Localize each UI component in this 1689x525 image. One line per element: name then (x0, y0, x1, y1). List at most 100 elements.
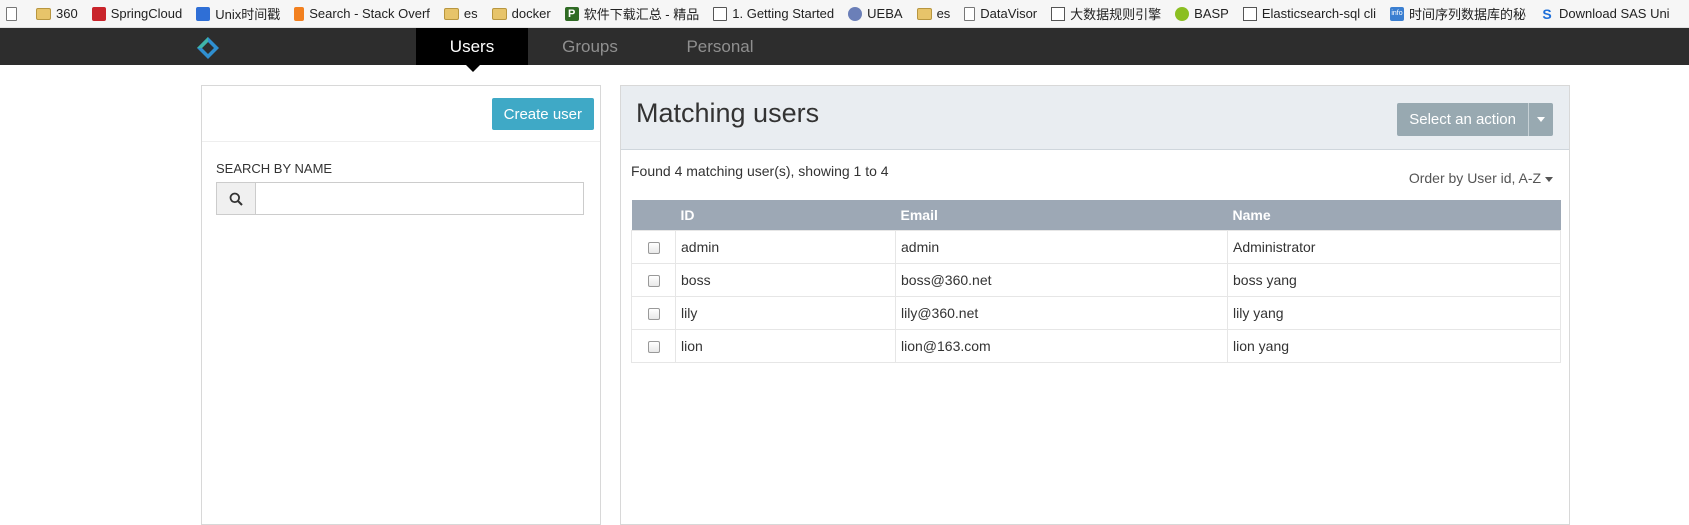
action-dropdown[interactable]: Select an action (1397, 103, 1553, 136)
top-nav: Users Groups Personal Administrator (0, 28, 1689, 82)
bookmark-label: 大数据规则引擎 (1070, 7, 1162, 22)
bookmark-label: Elasticsearch-sql cli (1261, 6, 1376, 21)
header-email[interactable]: Email (895, 200, 1228, 230)
results-count: Found 4 matching user(s), showing 1 to 4 (631, 163, 889, 179)
bookmark-item[interactable]: UEBA (848, 6, 903, 21)
user-name-cell: Administrator (1227, 229, 1561, 264)
blue-square-icon (196, 6, 211, 21)
folder-icon (916, 7, 932, 20)
table-row[interactable]: admin admin Administrator (631, 229, 1561, 264)
header-select (631, 200, 676, 230)
action-caret-button[interactable] (1529, 103, 1553, 136)
bookmarks-bar: 360 SpringCloud Unix时间戳 Search - Stack O… (0, 0, 1689, 28)
bookmark-item[interactable]: es (443, 6, 478, 21)
bookmark-item[interactable]: P 软件下载汇总 - 精品 (564, 4, 700, 23)
red-square-icon (91, 6, 106, 21)
bookmark-item[interactable]: docker (491, 6, 551, 21)
table-row[interactable]: lily lily@360.net lily yang (631, 295, 1561, 330)
bookmark-label: BASP (1194, 6, 1229, 21)
row-checkbox[interactable] (647, 307, 660, 320)
bookmark-label: Download SAS Uni (1559, 6, 1670, 21)
bookmark-label: UEBA (867, 6, 903, 21)
header-id[interactable]: ID (675, 200, 896, 230)
tab-groups[interactable]: Groups (540, 28, 640, 65)
bookmark-item[interactable]: info 时间序列数据库的秘 (1390, 4, 1526, 23)
globe-icon (1175, 6, 1190, 21)
bookmark-label: DataVisor (980, 6, 1038, 21)
bookmark-label: es (463, 6, 478, 21)
user-email-cell: admin (895, 229, 1228, 264)
search-panel: Create user SEARCH BY NAME (201, 85, 601, 525)
bookmark-item[interactable]: 大数据规则引擎 (1051, 4, 1161, 23)
stackoverflow-icon (294, 6, 305, 21)
bookmark-label: es (936, 6, 951, 21)
bookmark-item[interactable]: Unix时间戳 (196, 4, 280, 23)
search-input[interactable] (256, 182, 584, 215)
logo-icon[interactable] (196, 36, 220, 60)
user-name-cell: boss yang (1227, 262, 1561, 297)
user-menu-label: Administrator (1475, 67, 1561, 82)
bookmark-item[interactable]: SpringCloud (91, 6, 183, 21)
bookmark-label: SpringCloud (110, 6, 183, 21)
row-checkbox[interactable] (647, 274, 660, 287)
bookmark-item[interactable]: DataVisor (964, 6, 1037, 21)
info-icon: info (1390, 6, 1404, 21)
p-icon: P (564, 6, 579, 21)
bookmark-label: 360 (56, 6, 78, 21)
active-tab-pointer (466, 65, 480, 72)
results-header: Matching users Select an action (621, 86, 1569, 150)
search-panel-header: Create user (202, 86, 600, 142)
folder-icon (491, 7, 507, 20)
row-select-cell (631, 328, 676, 363)
create-user-button[interactable]: Create user (491, 98, 594, 130)
row-select-cell (631, 229, 676, 264)
results-panel: Matching users Select an action Found 4 … (620, 85, 1570, 525)
bookmark-label: docker (511, 6, 551, 21)
table-header-row: ID Email Name (631, 200, 1561, 230)
chart-icon (1242, 6, 1257, 21)
user-id-cell[interactable]: lily (675, 295, 896, 330)
row-select-cell (631, 295, 676, 330)
page-icon (6, 6, 17, 21)
user-name-cell: lily yang (1227, 295, 1561, 330)
search-label: SEARCH BY NAME (216, 161, 333, 176)
folder-icon (36, 7, 51, 20)
table-row[interactable]: lion lion@163.com lion yang (631, 328, 1561, 363)
bookmark-label: 时间序列数据库的秘 (1409, 7, 1527, 22)
bookmark-item[interactable]: 1. Getting Started (713, 6, 834, 21)
header-name[interactable]: Name (1227, 200, 1561, 230)
bookmark-item[interactable]: 360 (36, 6, 78, 21)
book-icon (713, 6, 728, 21)
order-by-dropdown[interactable]: Order by User id, A-Z (1409, 170, 1553, 186)
circle-icon (848, 6, 863, 21)
bookmark-item[interactable]: Search - Stack Overf (294, 6, 430, 21)
search-group (216, 182, 584, 215)
users-table: ID Email Name admin admin Administrator … (631, 200, 1561, 363)
bookmark-item[interactable]: es (916, 6, 951, 21)
table-row[interactable]: boss boss@360.net boss yang (631, 262, 1561, 297)
tab-personal[interactable]: Personal (674, 28, 766, 65)
bookmark-item[interactable]: Elasticsearch-sql cli (1242, 6, 1376, 21)
search-addon (216, 182, 256, 215)
bookmark-item[interactable] (6, 6, 22, 21)
chevron-down-icon (1567, 72, 1577, 79)
bookmark-label: 软件下载汇总 - 精品 (583, 7, 700, 22)
bookmark-label: Search - Stack Overf (309, 6, 430, 21)
caret-down-icon (1545, 176, 1553, 182)
order-by-label: Order by User id, A-Z (1408, 170, 1542, 186)
user-name-cell: lion yang (1227, 328, 1561, 363)
bookmark-item[interactable]: S Download SAS Uni (1540, 5, 1670, 22)
row-checkbox[interactable] (647, 340, 660, 353)
user-id-cell[interactable]: lion (675, 328, 896, 363)
bookmark-label: Unix时间戳 (215, 7, 281, 22)
row-checkbox[interactable] (647, 241, 660, 254)
bookmark-item[interactable]: BASP (1175, 6, 1229, 21)
user-email-cell: lily@360.net (895, 295, 1228, 330)
select-action-button[interactable]: Select an action (1397, 103, 1529, 136)
s-icon: S (1542, 5, 1552, 22)
page-icon (964, 6, 976, 21)
user-email-cell: lion@163.com (895, 328, 1228, 363)
tab-users[interactable]: Users (416, 28, 528, 65)
user-id-cell[interactable]: admin (675, 229, 896, 264)
user-id-cell[interactable]: boss (675, 262, 896, 297)
